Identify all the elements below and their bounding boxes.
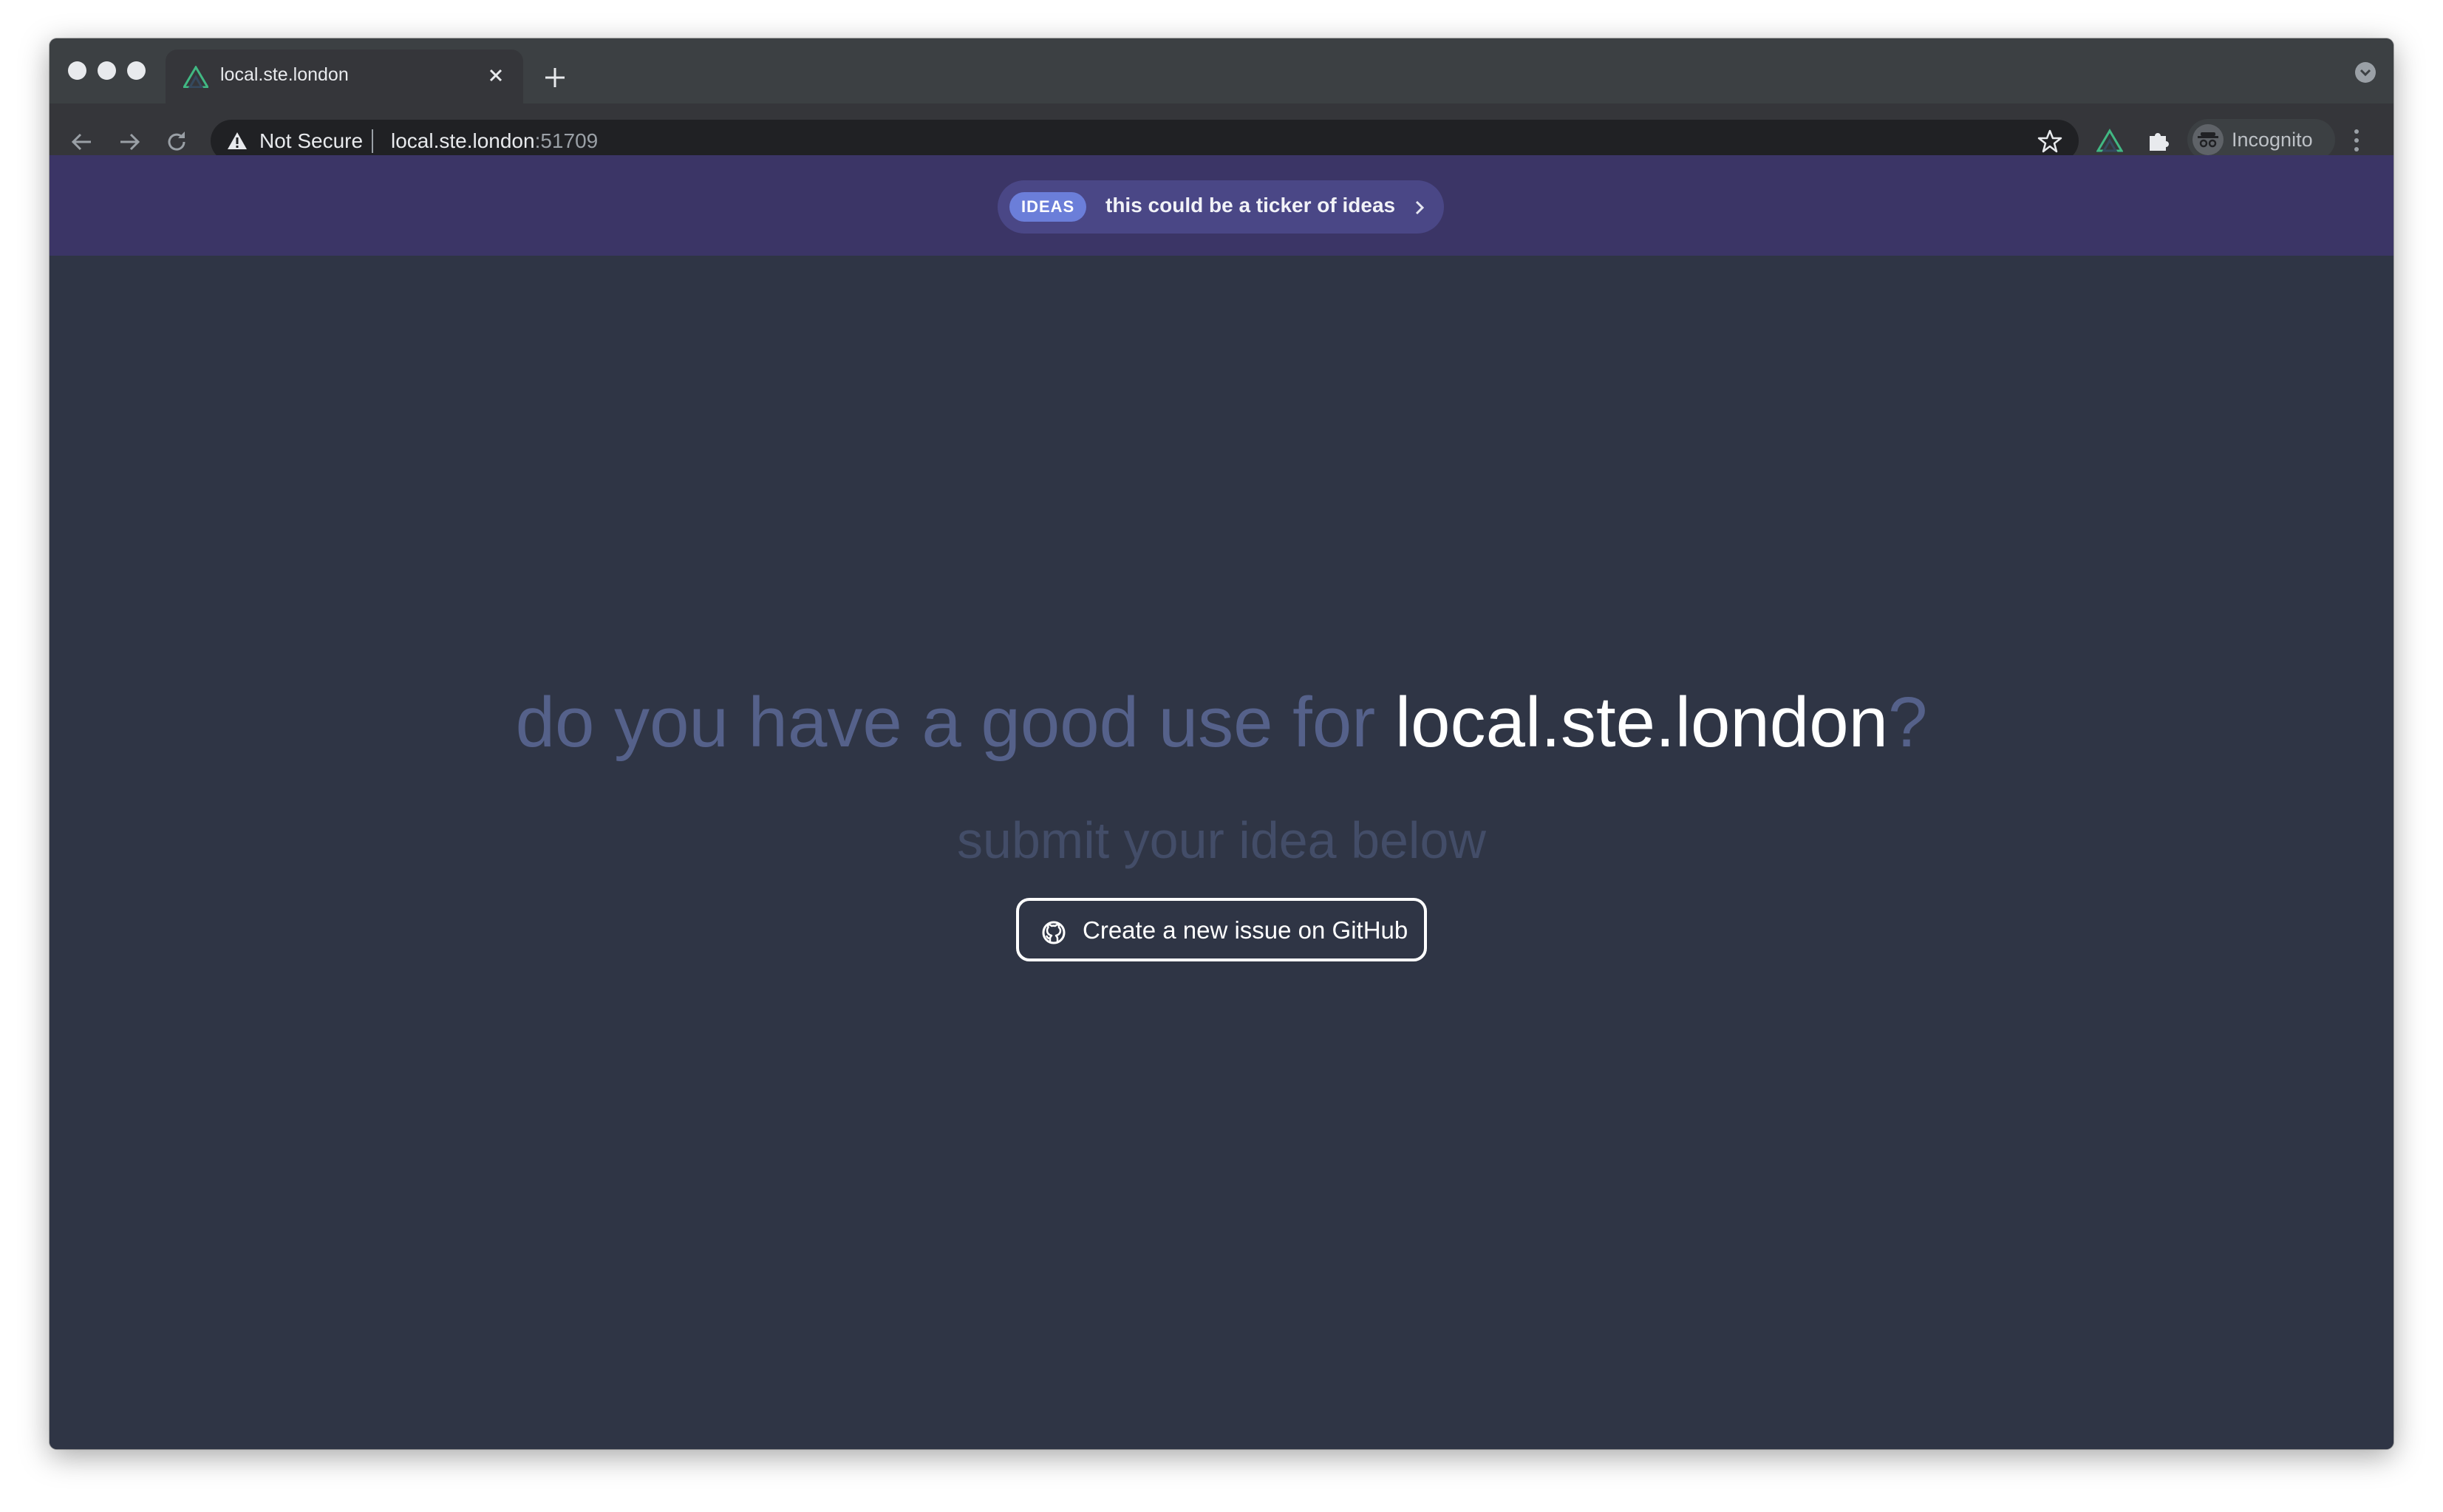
tab-strip: local.ste.london [50, 38, 2393, 103]
warning-triangle-icon[interactable] [227, 131, 248, 151]
back-arrow-icon[interactable] [67, 127, 97, 157]
headline-suffix: ? [1887, 683, 1928, 762]
headline-domain: local.ste.london [1394, 683, 1888, 762]
ideas-ticker-link[interactable]: IDEAS this could be a ticker of ideas [998, 180, 1444, 234]
new-tab-icon[interactable] [541, 64, 569, 92]
headline-prefix: do you have a good use for [515, 683, 1395, 762]
create-github-issue-button[interactable]: Create a new issue on GitHub [1016, 898, 1427, 961]
github-button-label: Create a new issue on GitHub [1083, 916, 1408, 944]
ticker-text: this could be a ticker of ideas [1105, 194, 1396, 217]
address-separator [372, 129, 373, 153]
reload-icon[interactable] [162, 127, 191, 157]
url-text[interactable]: local.ste.london:51709 [391, 129, 598, 153]
close-tab-icon[interactable] [485, 64, 507, 86]
main-content: do you have a good use for local.ste.lon… [50, 256, 2393, 1449]
hero-headline: do you have a good use for local.ste.lon… [50, 687, 2393, 758]
tab-title: local.ste.london [220, 64, 349, 85]
vue-logo-icon [183, 66, 208, 88]
chevron-right-icon [1415, 200, 1425, 215]
zoom-window-button[interactable] [127, 61, 146, 80]
close-window-button[interactable] [68, 61, 86, 80]
hero-subtitle: submit your idea below [957, 811, 1486, 869]
bookmark-star-icon[interactable] [2037, 129, 2062, 154]
vue-devtools-extension-icon[interactable] [2096, 129, 2123, 152]
incognito-profile-button[interactable]: Incognito [2187, 119, 2335, 160]
tab-search-icon[interactable] [2355, 62, 2376, 83]
ideas-banner: IDEAS this could be a ticker of ideas [50, 155, 2393, 256]
extensions-puzzle-icon[interactable] [2145, 127, 2172, 154]
browser-window: local.ste.london Not Secure local.ste.lo… [50, 38, 2393, 1449]
minimize-window-button[interactable] [98, 61, 116, 80]
incognito-icon [2192, 124, 2224, 155]
forward-arrow-icon[interactable] [115, 127, 144, 157]
incognito-label: Incognito [2232, 129, 2313, 151]
security-status-label[interactable]: Not Secure [259, 129, 363, 153]
github-logo-icon [1042, 921, 1066, 944]
url-host: local.ste.london [391, 129, 535, 152]
browser-tab[interactable]: local.ste.london [166, 50, 523, 103]
ideas-badge: IDEAS [1009, 192, 1087, 222]
url-port: :51709 [534, 129, 599, 152]
more-menu-icon[interactable] [2352, 126, 2361, 155]
